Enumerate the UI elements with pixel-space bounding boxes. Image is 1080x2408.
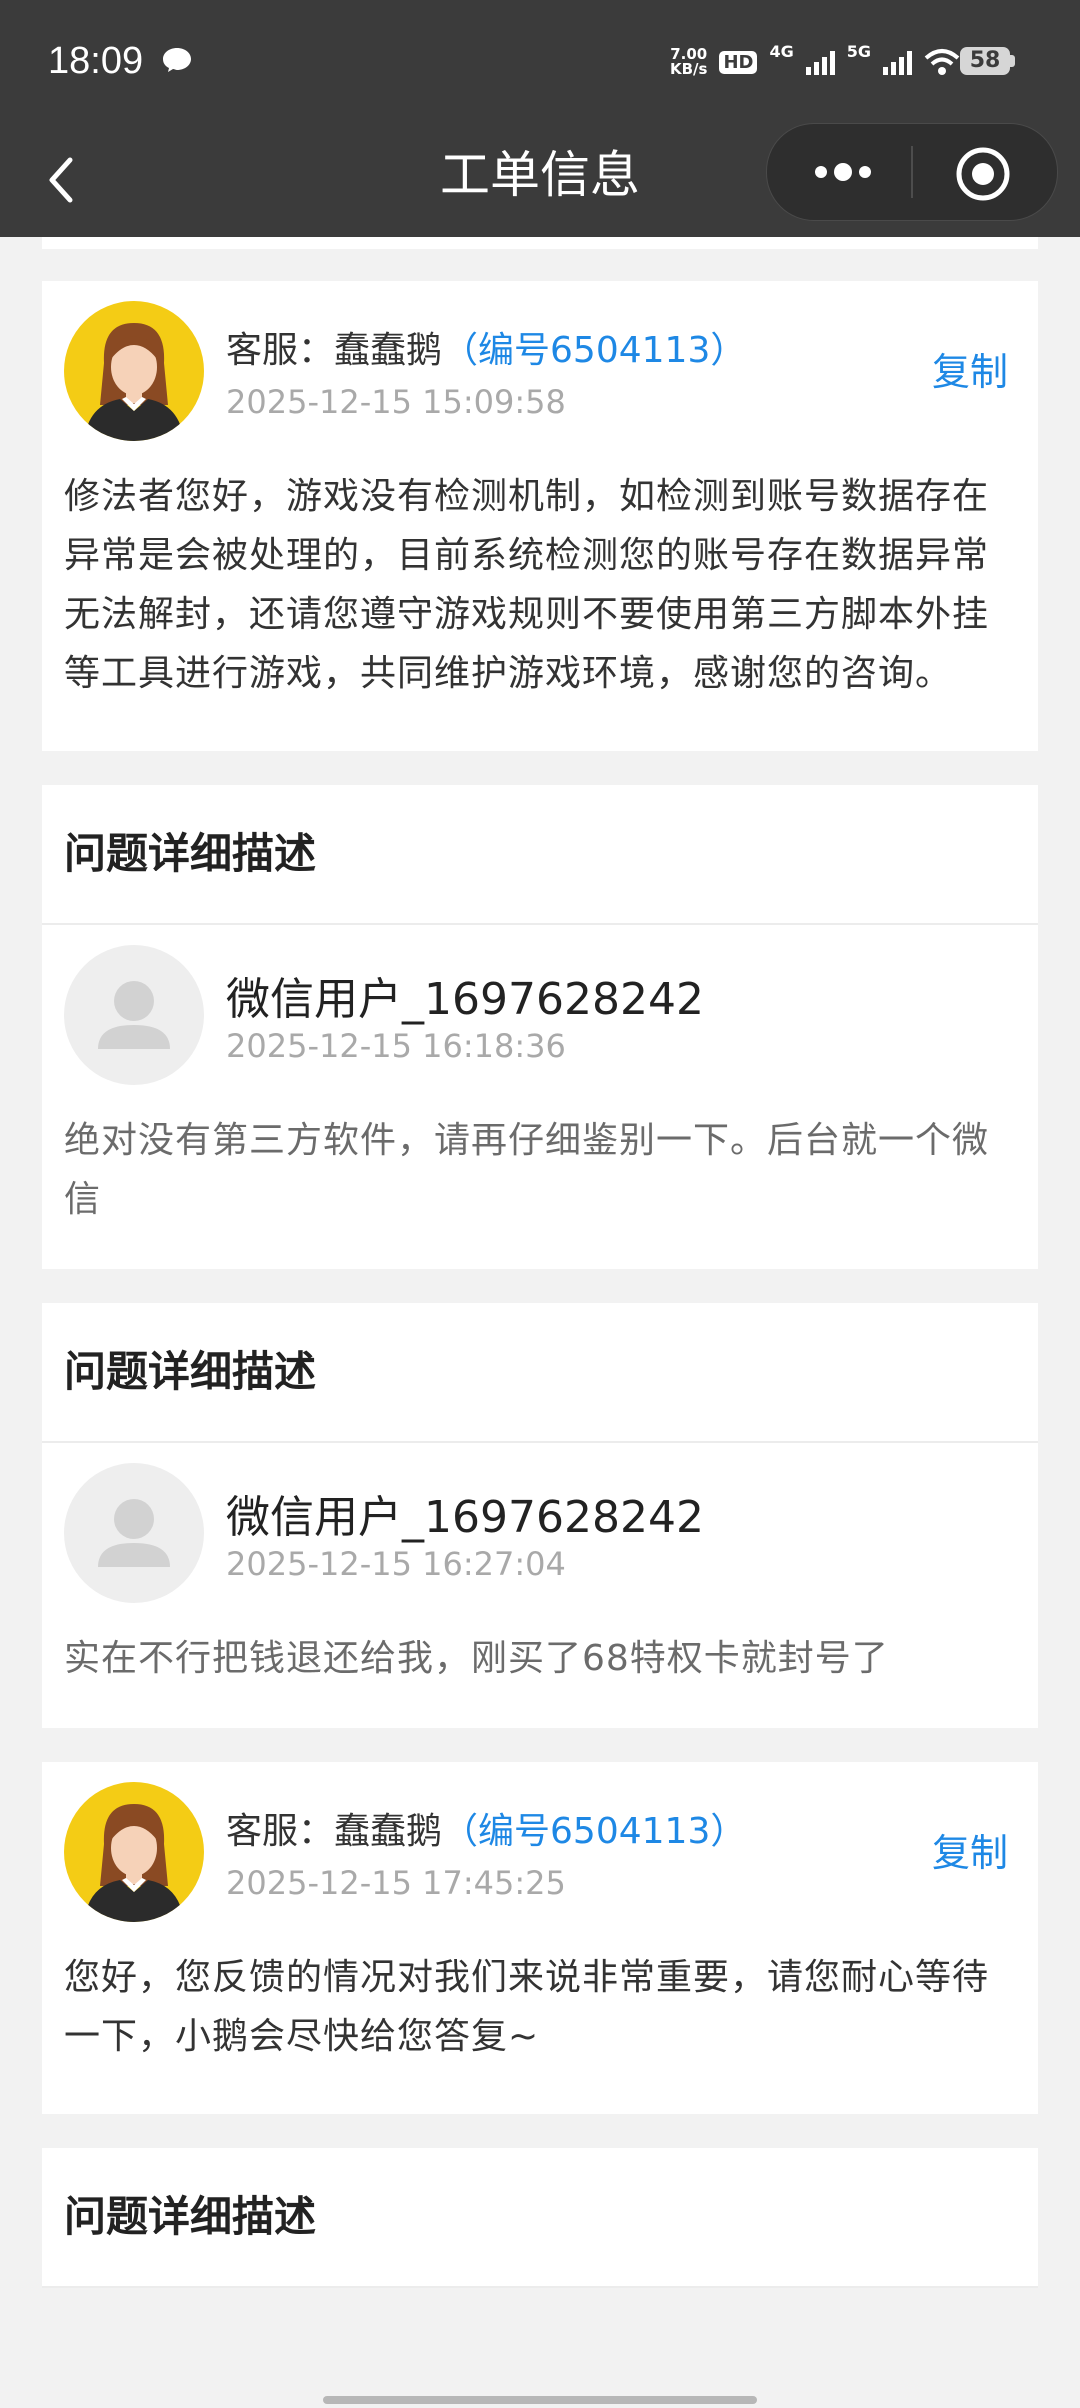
agent-reply-card: 客服：蠢蠢鹅（编号6504113） 2025-12-15 15:09:58 复制… bbox=[42, 281, 1038, 751]
net-speed-unit: KB/s bbox=[669, 60, 708, 78]
agent-avatar bbox=[64, 1782, 204, 1922]
battery-tip bbox=[1010, 55, 1015, 67]
section-title: 问题详细描述 bbox=[42, 2148, 1038, 2288]
default-user-icon bbox=[98, 1499, 170, 1567]
section-title: 问题详细描述 bbox=[42, 1303, 1038, 1443]
user-message-card: 问题详细描述 微信用户_1697628242 2025-12-15 16:18:… bbox=[42, 785, 1038, 1269]
signal-4g-icon bbox=[805, 49, 835, 75]
sim1-label: 4G bbox=[769, 42, 794, 61]
message-text: 绝对没有第三方软件，请再仔细鉴别一下。后台就一个微信 bbox=[64, 1120, 990, 1220]
copy-button[interactable]: 复制 bbox=[932, 1822, 1008, 1877]
close-target-icon[interactable] bbox=[955, 146, 1011, 202]
user-message-card: 问题详细描述 微信用户_1697628242 2025-12-15 16:27:… bbox=[42, 1303, 1038, 1728]
agent-name-text: 客服：蠢蠢鹅 bbox=[226, 330, 443, 371]
message-text: 您好，您反馈的情况对我们来说非常重要，请您耐心等待一下，小鹅会尽快给您答复~ bbox=[64, 1957, 990, 2057]
ticket-content: 客服：蠢蠢鹅（编号6504113） 2025-12-15 15:09:58 复制… bbox=[42, 237, 1038, 2288]
message-time: 2025-12-15 15:09:58 bbox=[226, 383, 566, 421]
hd-icon: HD bbox=[719, 50, 758, 74]
mini-program-capsule bbox=[766, 123, 1058, 221]
previous-card-edge bbox=[42, 237, 1038, 249]
user-avatar bbox=[64, 1463, 204, 1603]
battery-icon: 58 bbox=[960, 47, 1010, 75]
agent-avatar-icon bbox=[84, 1804, 184, 1922]
agent-name-text: 客服：蠢蠢鹅 bbox=[226, 1811, 443, 1852]
agent-reply-card: 客服：蠢蠢鹅（编号6504113） 2025-12-15 17:45:25 复制… bbox=[42, 1762, 1038, 2114]
agent-name: 客服：蠢蠢鹅（编号6504113） bbox=[226, 321, 746, 373]
user-name: 微信用户_1697628242 bbox=[226, 974, 704, 1025]
more-dots-icon[interactable] bbox=[807, 154, 877, 190]
sim2-label: 5G bbox=[846, 42, 871, 61]
status-time: 18:09 bbox=[48, 40, 144, 82]
user-name: 微信用户_1697628242 bbox=[226, 1492, 704, 1543]
status-bar: 18:09 7.00 KB/s HD 4G 5G 58 bbox=[0, 0, 1080, 125]
default-user-icon bbox=[98, 981, 170, 1049]
agent-name: 客服：蠢蠢鹅（编号6504113） bbox=[226, 1802, 746, 1854]
chat-bubble-icon bbox=[163, 48, 191, 72]
signal-5g-icon bbox=[883, 49, 912, 75]
home-indicator[interactable] bbox=[323, 2396, 757, 2404]
wifi-icon bbox=[924, 49, 960, 75]
user-avatar bbox=[64, 945, 204, 1085]
message-time: 2025-12-15 17:45:25 bbox=[226, 1864, 566, 1902]
section-title: 问题详细描述 bbox=[42, 785, 1038, 925]
status-icons: 7.00 KB/s HD 4G 5G bbox=[670, 42, 960, 82]
capsule-divider bbox=[911, 146, 913, 198]
message-text: 修法者您好，游戏没有检测机制，如检测到账号数据存在异常是会被处理的，目前系统检测… bbox=[64, 476, 990, 694]
agent-id: （编号6504113） bbox=[442, 1811, 747, 1852]
net-speed: 7.00 KB/s bbox=[670, 47, 707, 77]
agent-id: （编号6504113） bbox=[442, 330, 747, 371]
agent-avatar bbox=[64, 301, 204, 441]
agent-avatar-icon bbox=[84, 323, 184, 441]
message-text: 实在不行把钱退还给我，刚买了68特权卡就封号了 bbox=[64, 1638, 889, 1679]
message-time: 2025-12-15 16:18:36 bbox=[226, 1027, 566, 1065]
copy-button[interactable]: 复制 bbox=[932, 341, 1008, 396]
message-time: 2025-12-15 16:27:04 bbox=[226, 1545, 566, 1583]
user-message-card: 问题详细描述 bbox=[42, 2148, 1038, 2288]
